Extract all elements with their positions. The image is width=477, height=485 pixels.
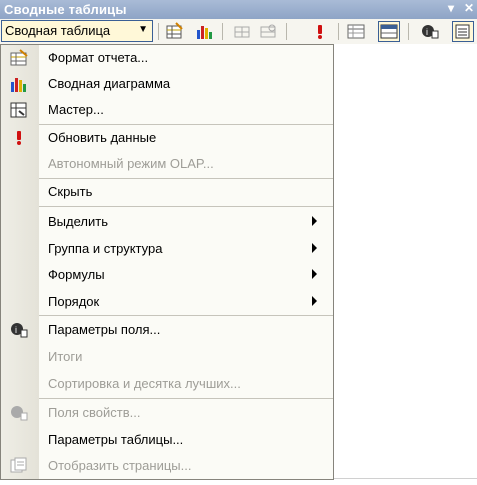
show-pages-icon[interactable]: [452, 21, 474, 42]
menu-item-subtotals: Итоги: [1, 344, 333, 370]
pivot-chart-icon: [10, 75, 28, 93]
menu-item-hide[interactable]: Скрыть: [1, 179, 333, 205]
menu-item-label: Порядок: [48, 294, 100, 309]
pivot-toolbar: Сводная таблица ▼ i: [0, 19, 477, 45]
menu-item-show-pages: Отобразить страницы...: [1, 453, 333, 479]
toolbar-separator: [338, 23, 339, 40]
menu-item-wizard[interactable]: Мастер...: [1, 97, 333, 123]
menu-item-formulas[interactable]: Формулы: [1, 262, 333, 288]
menu-separator: [39, 398, 333, 399]
toolbar-title-bar[interactable]: Сводные таблицы ▾ ✕: [0, 0, 477, 19]
pivot-table-dropdown-label: Сводная таблица: [5, 23, 111, 38]
menu-item-property-fields: Поля свойств...: [1, 400, 333, 426]
menu-item-label: Обновить данные: [48, 130, 157, 145]
menu-item-label: Сортировка и десятка лучших...: [48, 376, 241, 391]
report-format-icon: [10, 49, 28, 67]
show-detail-icon[interactable]: [258, 22, 278, 41]
show-pages-icon: [10, 457, 28, 475]
menu-item-label: Формат отчета...: [48, 50, 149, 65]
report-format-icon[interactable]: [164, 22, 184, 41]
submenu-arrow-icon: [312, 296, 317, 306]
submenu-arrow-icon: [312, 243, 317, 253]
menu-item-label: Автономный режим OLAP...: [48, 156, 214, 171]
pivot-chart-icon[interactable]: [194, 22, 214, 41]
window-title: Сводные таблицы: [4, 2, 127, 17]
pivot-table-menu: Формат отчета... Сводная диаграмма Масте…: [0, 44, 334, 480]
menu-item-label: Формулы: [48, 267, 105, 282]
property-fields-icon: [10, 404, 28, 422]
menu-item-label: Отобразить страницы...: [48, 458, 192, 473]
menu-item-sort-top10: Сортировка и десятка лучших...: [1, 371, 333, 397]
menu-item-offline-olap: Автономный режим OLAP...: [1, 151, 333, 177]
submenu-arrow-icon: [312, 216, 317, 226]
menu-item-field-settings[interactable]: i Параметры поля...: [1, 317, 333, 343]
menu-item-label: Мастер...: [48, 102, 104, 117]
submenu-arrow-icon: [312, 269, 317, 279]
menu-item-label: Скрыть: [48, 184, 93, 199]
toolbar-separator: [158, 23, 159, 40]
wizard-icon: [10, 101, 28, 119]
field-settings-icon[interactable]: i: [420, 22, 440, 41]
menu-item-group-outline[interactable]: Группа и структура: [1, 236, 333, 262]
hide-detail-icon[interactable]: [232, 22, 252, 41]
menu-item-select[interactable]: Выделить: [1, 209, 333, 235]
menu-item-label: Сводная диаграмма: [48, 76, 171, 91]
toolbar-separator: [408, 23, 409, 40]
menu-item-pivot-chart[interactable]: Сводная диаграмма: [1, 71, 333, 97]
menu-item-order[interactable]: Порядок: [1, 289, 333, 315]
svg-text:i: i: [15, 325, 17, 335]
menu-item-table-options[interactable]: Параметры таблицы...: [1, 427, 333, 453]
toolbar-options-icon[interactable]: ▾: [448, 1, 454, 15]
menu-item-label: Итоги: [48, 349, 83, 364]
refresh-icon: [10, 129, 28, 147]
menu-item-report-format[interactable]: Формат отчета...: [1, 45, 333, 71]
menu-separator: [39, 315, 333, 316]
menu-item-label: Поля свойств...: [48, 405, 141, 420]
menu-item-label: Выделить: [48, 214, 108, 229]
worksheet-area[interactable]: [334, 44, 477, 484]
menu-item-label: Параметры таблицы...: [48, 432, 184, 447]
menu-item-refresh-data[interactable]: Обновить данные: [1, 125, 333, 151]
toolbar-separator: [222, 23, 223, 40]
refresh-icon[interactable]: [310, 22, 330, 41]
pivot-table-dropdown[interactable]: Сводная таблица ▼: [1, 20, 153, 42]
chevron-down-icon: ▼: [138, 24, 148, 35]
menu-separator: [39, 206, 333, 207]
field-list-icon[interactable]: [346, 22, 366, 41]
table-options-icon[interactable]: [378, 21, 400, 42]
close-icon[interactable]: ✕: [464, 1, 474, 15]
menu-item-label: Группа и структура: [48, 241, 163, 256]
toolbar-separator: [286, 23, 287, 40]
svg-text:i: i: [426, 27, 428, 37]
field-settings-icon: i: [10, 321, 28, 339]
menu-item-label: Параметры поля...: [48, 322, 161, 337]
